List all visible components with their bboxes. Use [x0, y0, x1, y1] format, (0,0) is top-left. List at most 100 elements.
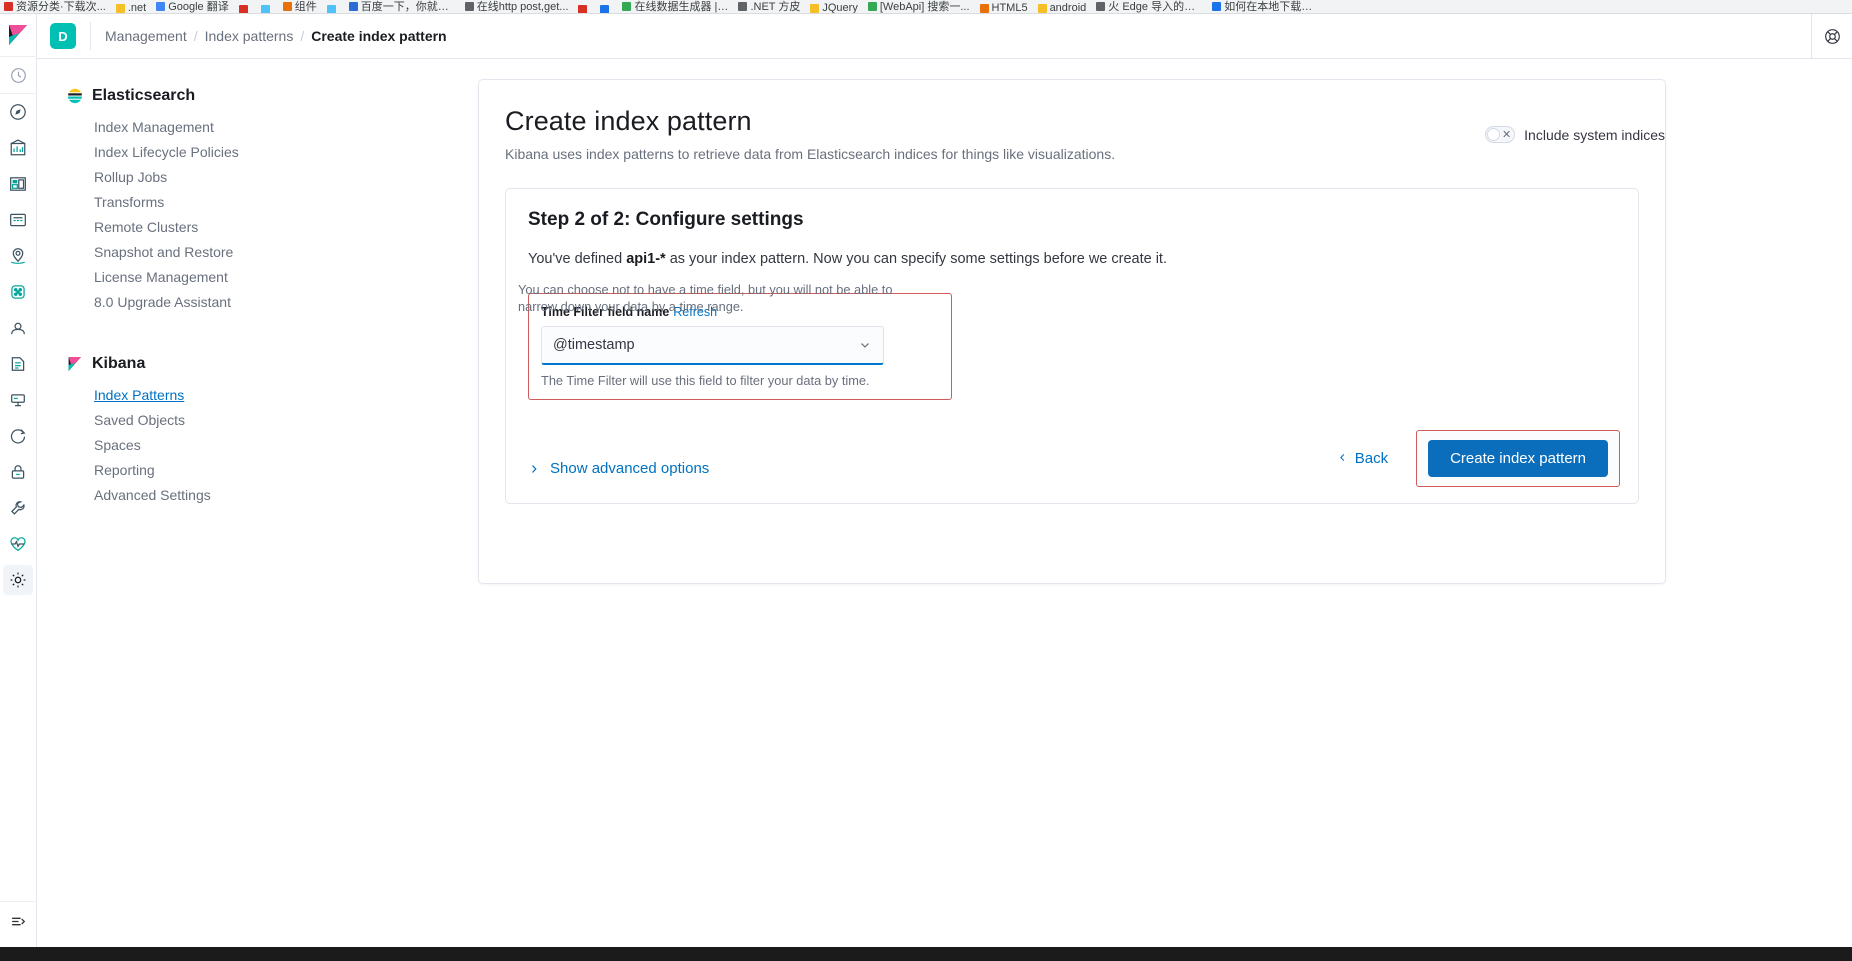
bookmark-item[interactable]: [326, 5, 339, 13]
bookmark-label: 火 Edge 导入的书签: [1108, 1, 1203, 13]
bookmark-label: HTML5: [991, 2, 1028, 14]
bookmark-favicon-icon: [260, 5, 270, 13]
sidebar-item-index-lifecycle-policies[interactable]: Index Lifecycle Policies: [67, 140, 477, 165]
bookmark-item[interactable]: 如何在本地下载办...: [1212, 0, 1319, 13]
primary-icon-rail: [0, 14, 37, 947]
sidebar-item-snapshot-and-restore[interactable]: Snapshot and Restore: [67, 240, 477, 265]
chevron-down-icon: [858, 338, 872, 352]
maps-icon[interactable]: [3, 241, 33, 271]
configure-settings-step: Step 2 of 2: Configure settings You've d…: [505, 188, 1639, 504]
sidebar-item-upgrade-assistant[interactable]: 8.0 Upgrade Assistant: [67, 290, 477, 315]
elasticsearch-logo-icon: [67, 88, 83, 104]
bookmark-item[interactable]: 火 Edge 导入的书签: [1096, 0, 1203, 13]
bookmark-item[interactable]: .net: [115, 2, 146, 13]
bookmark-item[interactable]: [WebApi] 搜索一...: [867, 0, 970, 13]
chevron-right-icon: [528, 463, 540, 475]
bookmark-favicon-icon: [1037, 3, 1047, 13]
space-avatar[interactable]: D: [50, 23, 76, 49]
breadcrumb-separator: /: [300, 28, 305, 44]
bookmark-favicon-icon: [464, 1, 474, 11]
sidebar-item-index-patterns[interactable]: Index Patterns: [67, 383, 477, 408]
bookmark-item[interactable]: 在线http post,get...: [464, 0, 569, 13]
bookmark-favicon-icon: [738, 1, 748, 11]
create-index-pattern-button[interactable]: Create index pattern: [1428, 440, 1608, 477]
time-filter-help-line-3: narrow down your data by a time range.: [518, 299, 744, 314]
sidebar-item-transforms[interactable]: Transforms: [67, 190, 477, 215]
browser-bookmarks-bar: 资源分类·下载次... .net Google 翻译 组件 百度一下，你就知道 在线htt…: [0, 0, 1852, 14]
page-title: Create index pattern: [505, 106, 752, 136]
sidebar-item-spaces[interactable]: Spaces: [67, 433, 477, 458]
bookmark-label: 百度一下，你就知道: [360, 1, 455, 13]
bookmark-item[interactable]: 在线数据生成器 | R...: [622, 0, 728, 13]
time-filter-help-continued: You can choose not to have a time field,…: [518, 281, 938, 315]
infrastructure-icon[interactable]: [3, 313, 33, 343]
bookmark-label: [WebApi] 搜索一...: [879, 1, 970, 13]
bookmark-item[interactable]: [260, 5, 273, 13]
apm-icon[interactable]: [3, 385, 33, 415]
visualize-icon[interactable]: [3, 133, 33, 163]
uptime-icon[interactable]: [3, 421, 33, 451]
dashboard-icon[interactable]: [3, 169, 33, 199]
sidebar-item-advanced-settings[interactable]: Advanced Settings: [67, 483, 477, 508]
nav-group-title-text: Kibana: [92, 355, 146, 372]
bookmark-favicon-icon: [282, 1, 292, 11]
bookmark-item[interactable]: android: [1037, 2, 1086, 13]
chevron-left-icon: [1337, 450, 1348, 467]
step-description-prefix: You've defined: [528, 251, 627, 267]
bookmark-item[interactable]: Google 翻译: [156, 0, 229, 13]
bookmark-item[interactable]: [238, 5, 251, 13]
back-button[interactable]: Back: [1327, 442, 1398, 475]
help-lifebuoy-icon[interactable]: [1812, 14, 1852, 59]
monitoring-icon[interactable]: [3, 529, 33, 559]
siem-icon[interactable]: [3, 457, 33, 487]
sidebar-item-license-management[interactable]: License Management: [67, 265, 477, 290]
show-advanced-options-label: Show advanced options: [550, 460, 710, 477]
discover-icon[interactable]: [3, 97, 33, 127]
sidebar-item-saved-objects[interactable]: Saved Objects: [67, 408, 477, 433]
include-system-indices-control[interactable]: ✕ Include system indices: [1485, 126, 1665, 143]
bookmark-item[interactable]: 百度一下，你就知道: [348, 0, 455, 13]
management-gear-icon[interactable]: [3, 565, 33, 595]
breadcrumb-item-index-patterns[interactable]: Index patterns: [205, 28, 294, 44]
bookmark-label: 组件: [294, 1, 317, 13]
sidebar-item-rollup-jobs[interactable]: Rollup Jobs: [67, 165, 477, 190]
bookmark-label: 在线http post,get...: [476, 1, 569, 13]
time-filter-help-line-1: The Time Filter will use this field to f…: [541, 373, 870, 388]
bookmark-item[interactable]: [600, 5, 612, 13]
time-filter-help-line-2: You can choose not to have a time field,…: [518, 282, 893, 297]
sidebar-item-reporting[interactable]: Reporting: [67, 458, 477, 483]
breadcrumb: Management / Index patterns / Create ind…: [105, 28, 447, 44]
machine-learning-icon[interactable]: [3, 277, 33, 307]
canvas-icon[interactable]: [3, 205, 33, 235]
expand-nav-icon[interactable]: [0, 901, 37, 941]
bookmark-item[interactable]: JQuery: [810, 2, 858, 13]
taskbar-strip: [0, 947, 1852, 961]
include-system-indices-toggle[interactable]: ✕: [1485, 126, 1516, 143]
bookmark-item[interactable]: 组件: [282, 0, 317, 13]
bookmark-favicon-icon: [810, 3, 820, 13]
sidebar-item-index-management[interactable]: Index Management: [67, 115, 477, 140]
kibana-logo-icon[interactable]: [0, 14, 37, 56]
bookmark-favicon-icon: [578, 5, 588, 13]
rail-divider: [0, 93, 37, 94]
page-subtitle: Kibana uses index patterns to retrieve d…: [505, 146, 1116, 162]
bookmark-label: 如何在本地下载办...: [1224, 1, 1319, 13]
dev-tools-icon[interactable]: [3, 493, 33, 523]
time-filter-field-select[interactable]: @timestamp: [541, 326, 884, 365]
management-side-nav: Elasticsearch Index Management Index Lif…: [37, 59, 477, 947]
bookmark-item[interactable]: 资源分类·下载次...: [4, 0, 106, 13]
back-button-label: Back: [1354, 450, 1389, 467]
bookmark-label: .NET 方皮: [750, 1, 801, 13]
rail-divider: [0, 56, 37, 57]
bookmark-item[interactable]: [578, 5, 590, 13]
bookmark-label: 资源分类·下载次...: [16, 1, 106, 13]
bookmark-favicon-icon: [4, 1, 13, 11]
breadcrumb-item-management[interactable]: Management: [105, 28, 187, 44]
bookmark-item[interactable]: .NET 方皮: [738, 0, 801, 13]
recently-viewed-icon[interactable]: [3, 60, 33, 90]
bookmark-item[interactable]: HTML5: [979, 2, 1028, 14]
sidebar-item-remote-clusters[interactable]: Remote Clusters: [67, 215, 477, 240]
nav-group-title-text: Elasticsearch: [92, 87, 196, 104]
logs-icon[interactable]: [3, 349, 33, 379]
header-divider: [90, 22, 91, 50]
